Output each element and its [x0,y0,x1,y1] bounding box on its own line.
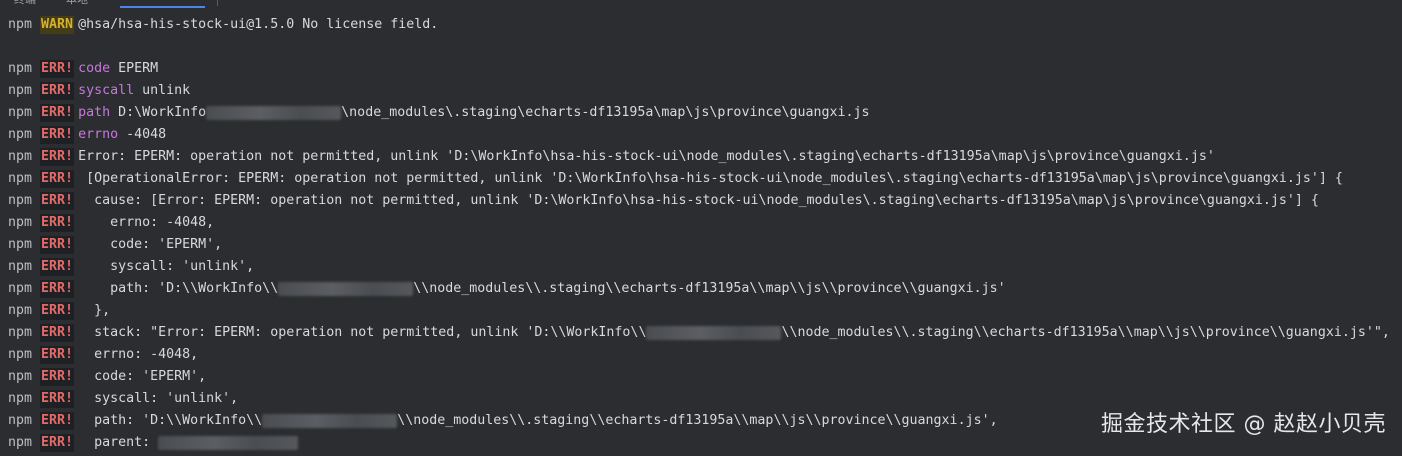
err-badge: ERR! [40,82,75,100]
err-badge: ERR! [40,324,75,342]
npm-prefix: npm [8,149,33,164]
terminal-output[interactable]: npm WARN @hsa/hsa-his-stock-ui@1.5.0 No li… [8,14,1402,456]
log-text: EPERM [110,61,159,76]
terminal-line: npm ERR! stack: "Error: EPERM: operation … [8,322,1402,344]
npm-prefix: npm [8,171,33,186]
npm-prefix: npm [8,391,33,406]
err-badge: ERR! [40,192,75,210]
npm-prefix: npm [8,325,33,340]
err-badge: ERR! [40,104,75,122]
log-text: syscall: 'unlink', [78,259,255,274]
terminal-line: npm ERR! code: 'EPERM', [8,366,1402,388]
terminal-line: npm ERR! syscall: 'unlink', [8,256,1402,278]
log-text: \\node_modules\\.staging\\echarts-df1319… [413,281,1006,296]
terminal-line: npm ERR! errno: -4048, [8,212,1402,234]
log-text: path: 'D:\\WorkInfo\\ [78,413,263,428]
npm-prefix: npm [8,61,33,76]
log-key: errno [78,127,119,142]
log-text: D:\WorkInfo [110,105,207,120]
npm-prefix: npm [8,105,33,120]
err-badge: ERR! [40,258,75,276]
terminal-line: npm WARN @hsa/hsa-his-stock-ui@1.5.0 No li… [8,14,1402,36]
log-text: code: 'EPERM', [78,369,207,384]
npm-prefix: npm [8,193,33,208]
err-badge: ERR! [40,148,75,166]
log-text: stack: "Error: EPERM: operation not perm… [78,325,647,340]
err-badge: ERR! [40,412,75,430]
tab-local[interactable]: 本地 [66,0,88,8]
terminal-line: npm ERR! Error: EPERM: operation not permi… [8,146,1402,168]
log-text: \\node_modules\\.staging\\echarts-df1319… [397,413,998,428]
log-text: code: 'EPERM', [78,237,223,252]
npm-prefix: npm [8,83,33,98]
log-text: errno: -4048, [78,215,215,230]
err-badge: ERR! [40,280,75,298]
log-text: Error: EPERM: operation not permitted, u… [78,149,1215,164]
npm-prefix: npm [8,127,33,142]
terminal-line: npm ERR! code EPERM [8,58,1402,80]
tab-dropdown-icon[interactable]: ⌄ [238,0,246,1]
warn-badge: WARN [40,16,75,34]
log-key: code [78,61,111,76]
log-text: \node_modules\.staging\echarts-df13195a\… [341,105,870,120]
log-text: \\node_modules\\.staging\\echarts-df1319… [781,325,1390,340]
log-text: unlink [134,83,191,98]
log-text: @hsa/hsa-his-stock-ui@1.5.0 No license f… [78,17,439,32]
log-text: path: 'D:\\WorkInfo\\ [78,281,279,296]
log-text: syscall: 'unlink', [78,391,239,406]
log-text: [OperationalError: EPERM: operation not … [78,171,1343,186]
terminal-line: npm ERR! [OperationalError: EPERM: operat… [8,168,1402,190]
npm-prefix: npm [8,237,33,252]
log-text: }, [78,303,111,318]
err-badge: ERR! [40,60,75,78]
err-badge: ERR! [40,214,75,232]
err-badge: ERR! [40,390,75,408]
terminal-line: npm ERR! path D:\WorkInfo \node_modules\.st… [8,102,1402,124]
tab-separator [217,0,218,6]
npm-prefix: npm [8,413,33,428]
terminal-line: npm ERR! syscall unlink [8,80,1402,102]
redacted-segment [158,436,299,450]
log-text: errno: -4048, [78,347,199,362]
log-text: -4048 [118,127,167,142]
redacted-segment [278,282,414,296]
redacted-segment [206,106,342,120]
watermark: 掘金技术社区 @ 赵赵小贝壳 [1101,412,1386,437]
redacted-segment [262,414,398,428]
npm-prefix: npm [8,435,33,450]
terminal-tab-bar: 终端 本地 Git Bash ⌄ [0,0,1402,8]
log-key: syscall [78,83,135,98]
terminal-line: npm ERR! path: 'D:\\WorkInfo\\ \\node_modu… [8,278,1402,300]
tab-terminal[interactable]: 终端 [14,0,36,8]
npm-prefix: npm [8,281,33,296]
npm-prefix: npm [8,17,33,32]
err-badge: ERR! [40,236,75,254]
err-badge: ERR! [40,346,75,364]
log-key: path [78,105,111,120]
active-tab-indicator [120,6,205,8]
terminal-line: npm ERR! }, [8,300,1402,322]
terminal-line: npm ERR! cause: [Error: EPERM: operation … [8,190,1402,212]
npm-prefix: npm [8,369,33,384]
log-text: cause: [Error: EPERM: operation not perm… [78,193,1319,208]
terminal-line: npm ERR! code: 'EPERM', [8,234,1402,256]
npm-prefix: npm [8,259,33,274]
log-text: parent: [78,435,159,450]
redacted-segment [646,326,782,340]
terminal-line: npm ERR! errno -4048 [8,124,1402,146]
npm-prefix: npm [8,347,33,362]
terminal-line: npm ERR! errno: -4048, [8,344,1402,366]
err-badge: ERR! [40,368,75,386]
npm-prefix: npm [8,303,33,318]
err-badge: ERR! [40,170,75,188]
err-badge: ERR! [40,434,75,452]
err-badge: ERR! [40,302,75,320]
err-badge: ERR! [40,126,75,144]
npm-prefix: npm [8,215,33,230]
